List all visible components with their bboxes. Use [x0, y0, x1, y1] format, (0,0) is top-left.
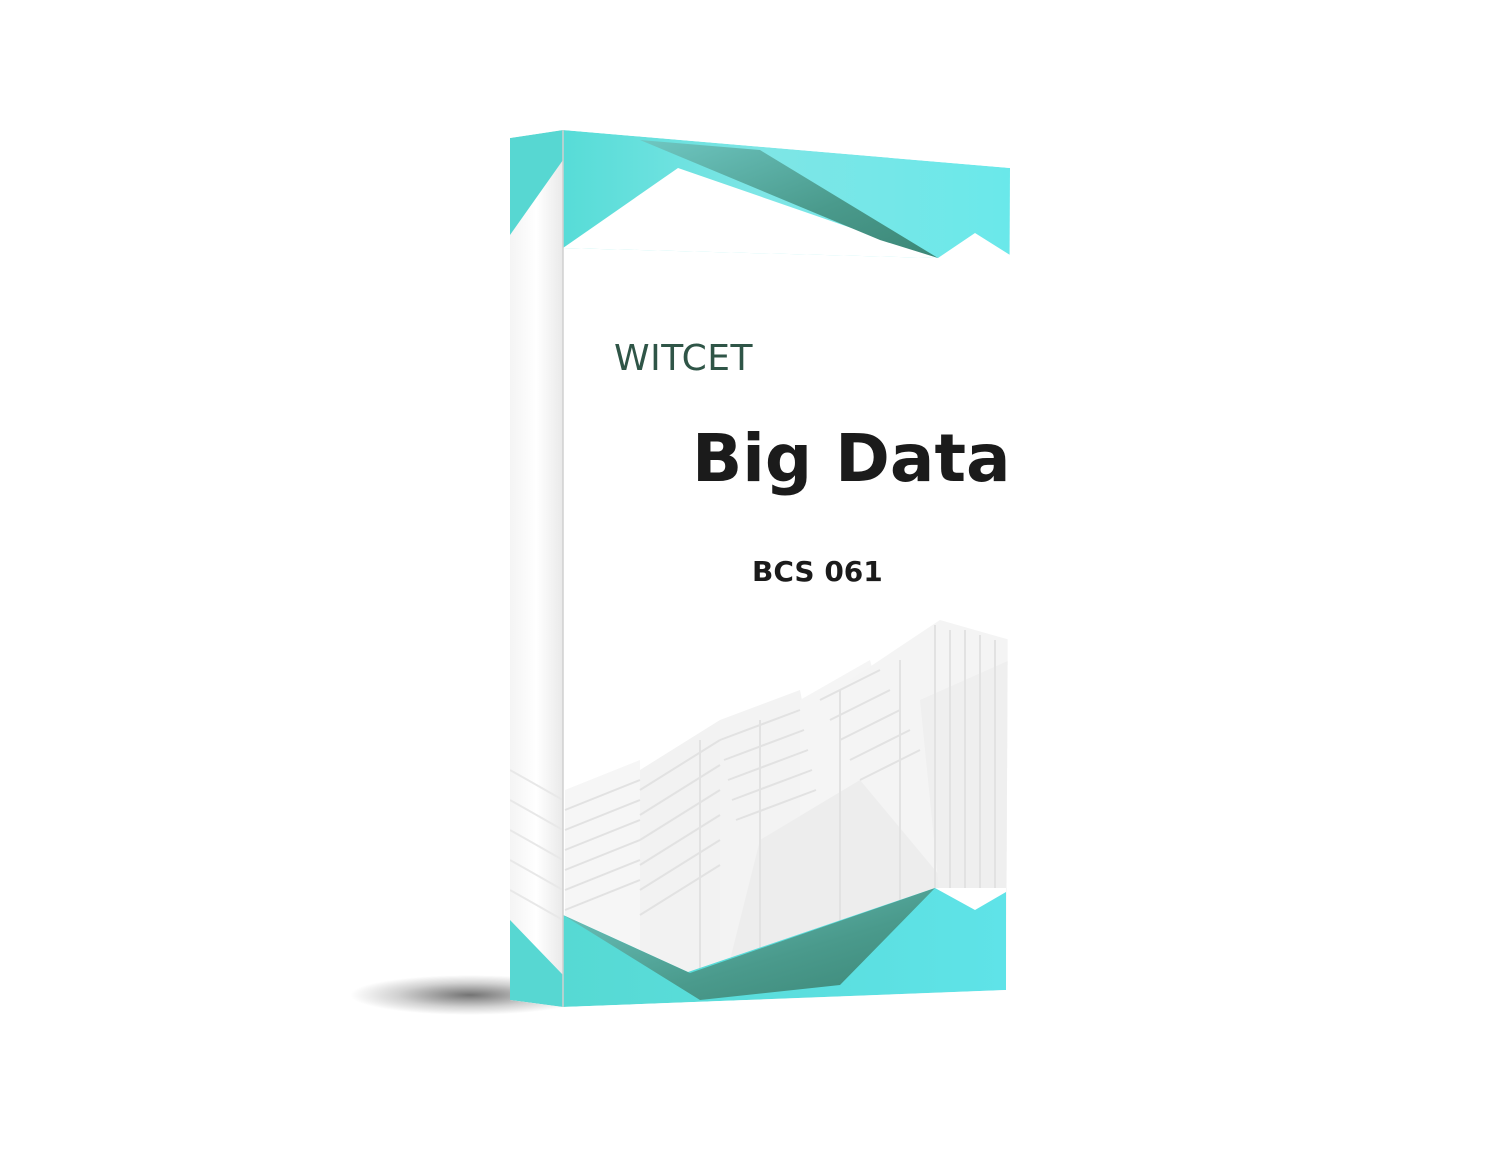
book-title: Big Data: [692, 420, 1011, 497]
book-illustration: [350, 130, 1010, 1015]
brand-name: WITCET: [614, 338, 753, 379]
book-mockup-scene: WITCET Big Data BCS 061: [0, 0, 1500, 1150]
course-code: BCS 061: [752, 555, 883, 588]
